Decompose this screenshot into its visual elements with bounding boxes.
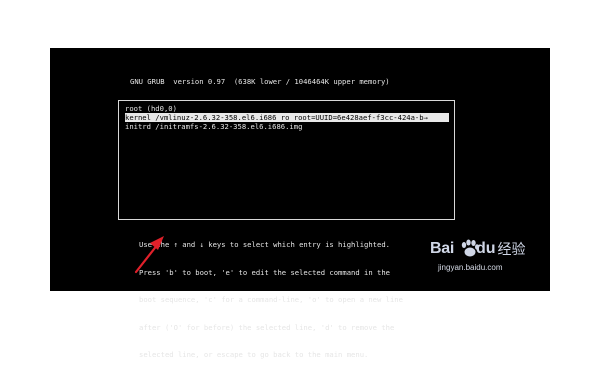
annotation-arrow-icon [134,236,164,274]
baidu-jingyan-watermark: Bai du 经验 jingyan.baidu.com [430,238,550,286]
paw-icon [461,239,479,257]
watermark-brand-left: Bai [430,240,454,257]
help-line: selected line, or escape to go back to t… [139,350,369,359]
watermark-url: jingyan.baidu.com [438,263,503,272]
watermark-brand-cn: 经验 [497,242,526,258]
